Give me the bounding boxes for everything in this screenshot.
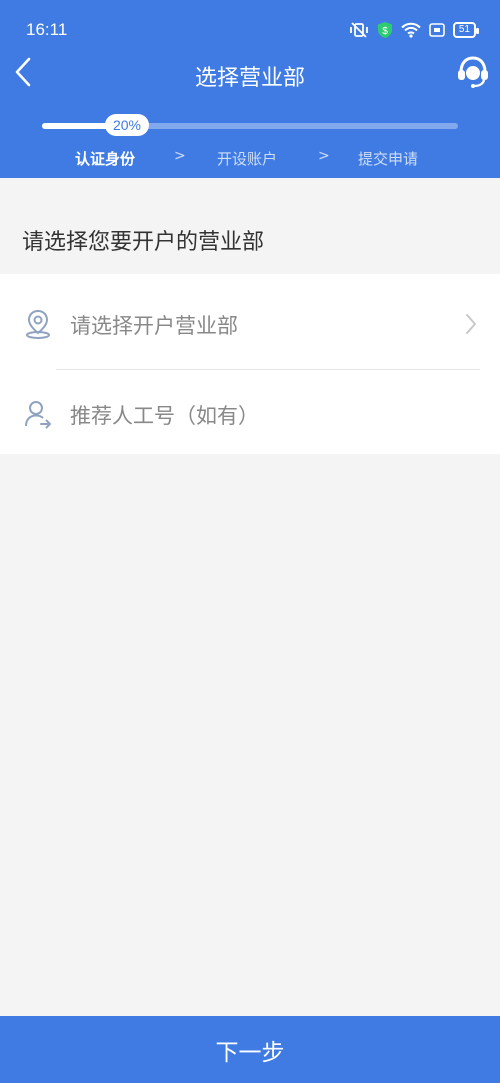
headset-icon bbox=[455, 53, 491, 93]
person-arrow-icon bbox=[24, 399, 52, 429]
next-step-button[interactable]: 下一步 bbox=[0, 1016, 500, 1083]
vibrate-mute-icon bbox=[349, 22, 369, 38]
chevron-right-icon bbox=[464, 312, 478, 336]
page-title: 选择营业部 bbox=[194, 66, 305, 91]
branch-select-placeholder: 请选择开户营业部 bbox=[70, 314, 238, 338]
battery-indicator: 51 bbox=[452, 22, 480, 38]
branch-select-row[interactable]: 请选择开户营业部 bbox=[0, 276, 500, 366]
referrer-id-input[interactable]: 推荐人工号（如有） bbox=[70, 400, 259, 430]
location-pin-icon bbox=[24, 309, 52, 339]
referrer-id-row[interactable]: 推荐人工号（如有） bbox=[0, 366, 500, 456]
step-indicator: 认证身份 > 开设账户 > 提交申请 bbox=[0, 148, 500, 170]
step-verify-identity: 认证身份 bbox=[75, 150, 136, 168]
progress-label: 20% bbox=[104, 114, 150, 136]
status-icons: $ 51 bbox=[349, 20, 480, 40]
section-title: 请选择您要开户的营业部 bbox=[22, 230, 265, 255]
nav-bar: 选择营业部 bbox=[0, 56, 500, 96]
screen-record-icon bbox=[429, 23, 445, 37]
step-open-account: 开设账户 bbox=[217, 150, 278, 168]
shield-dollar-icon: $ bbox=[377, 21, 393, 39]
customer-service-button[interactable] bbox=[454, 54, 492, 92]
step-separator: > bbox=[318, 148, 330, 164]
form-card: 请选择开户营业部 推荐人工号（如有） bbox=[0, 274, 500, 454]
status-bar: 16:11 $ 51 bbox=[0, 0, 500, 56]
step-separator: > bbox=[174, 148, 186, 164]
header: 16:11 $ 51 选择营业部 20% 认证身份 > 开设账户 > 提交申请 bbox=[0, 0, 500, 178]
progress-bar: 20% bbox=[42, 114, 458, 136]
status-time: 16:11 bbox=[26, 20, 68, 39]
wifi-icon bbox=[401, 22, 421, 38]
step-submit-application: 提交申请 bbox=[358, 150, 419, 168]
svg-text:$: $ bbox=[382, 26, 388, 37]
